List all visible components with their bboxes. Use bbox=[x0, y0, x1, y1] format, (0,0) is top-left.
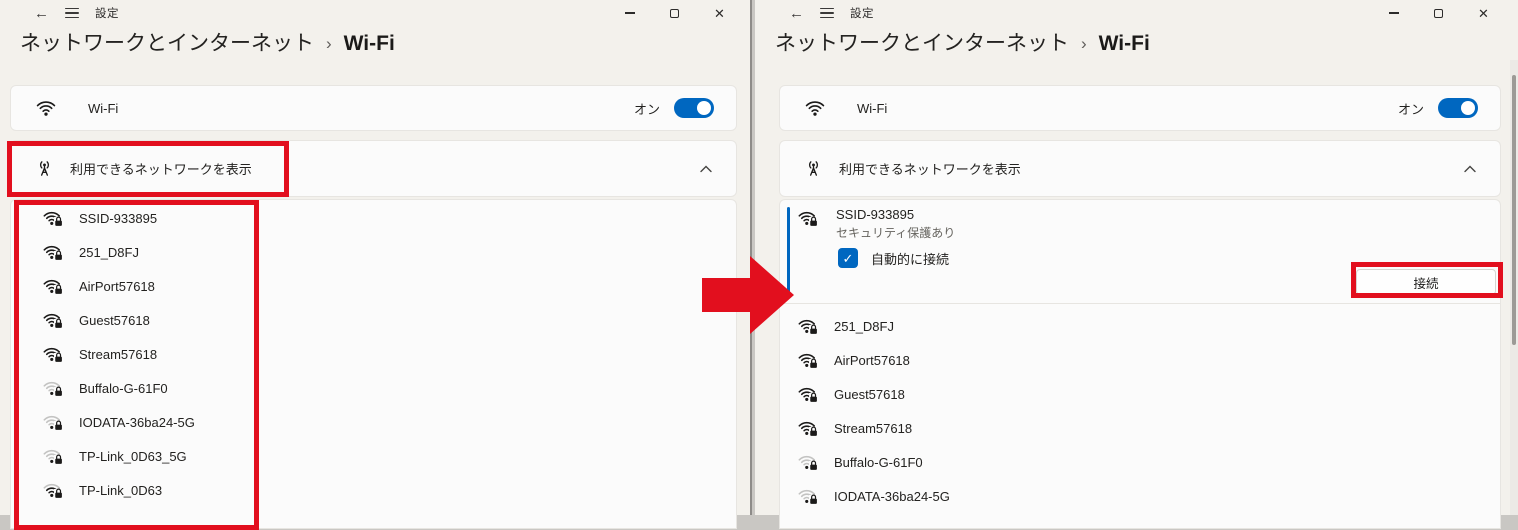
secured-wifi-icon bbox=[798, 453, 819, 471]
wifi-toggle[interactable] bbox=[1438, 98, 1478, 118]
wifi-network-row[interactable]: Guest57618 bbox=[780, 377, 1500, 411]
secured-wifi-icon bbox=[798, 385, 819, 403]
page-title: Wi-Fi bbox=[1098, 32, 1150, 55]
wifi-icon bbox=[35, 99, 57, 118]
annotation-box-expander bbox=[7, 141, 289, 197]
selection-accent-bar bbox=[787, 207, 790, 297]
wifi-network-row[interactable]: AirPort57618 bbox=[780, 343, 1500, 377]
annotation-box-network-list bbox=[14, 200, 259, 530]
settings-window-after: ← 設定 ✕ ネットワークとインターネット › Wi-Fi Wi-Fi オン 利… bbox=[755, 0, 1518, 529]
wifi-network-name: Guest57618 bbox=[834, 386, 905, 402]
wifi-network-name: Stream57618 bbox=[834, 420, 913, 436]
chevron-up-icon bbox=[1464, 165, 1476, 173]
wifi-icon bbox=[804, 99, 826, 118]
secured-wifi-icon bbox=[798, 487, 819, 505]
wifi-toggle-card: Wi-Fi オン bbox=[10, 85, 737, 131]
wifi-toggle[interactable] bbox=[674, 98, 714, 118]
wifi-toggle-card: Wi-Fi オン bbox=[779, 85, 1501, 131]
secured-wifi-icon bbox=[798, 351, 819, 369]
app-title: 設定 bbox=[850, 8, 874, 20]
wifi-network-name: Buffalo-G-61F0 bbox=[834, 454, 923, 470]
auto-connect-checkbox[interactable] bbox=[838, 248, 858, 268]
menu-icon[interactable] bbox=[65, 7, 79, 19]
menu-icon[interactable] bbox=[820, 7, 834, 19]
maximize-button[interactable] bbox=[1416, 0, 1461, 26]
selected-network-name: SSID-933895 bbox=[836, 207, 915, 222]
maximize-button[interactable] bbox=[652, 0, 697, 26]
minimize-button[interactable] bbox=[607, 0, 652, 26]
wifi-network-name: AirPort57618 bbox=[834, 352, 910, 368]
network-list: 251_D8FJ AirPort57618 Guest57618 Stream5… bbox=[780, 309, 1500, 513]
expander-label: 利用できるネットワークを表示 bbox=[839, 162, 1021, 177]
wifi-state-label: オン bbox=[1397, 101, 1424, 117]
wifi-label: Wi-Fi bbox=[88, 100, 119, 116]
titlebar: ← 設定 ✕ bbox=[0, 0, 750, 26]
close-button[interactable]: ✕ bbox=[697, 0, 742, 26]
screenshot-root: { "colors": { "accent": "#0067c0", "anno… bbox=[0, 0, 1518, 530]
security-status: セキュリティ保護あり bbox=[836, 226, 956, 240]
breadcrumb-separator: › bbox=[326, 34, 332, 53]
wifi-network-row[interactable]: Stream57618 bbox=[780, 411, 1500, 445]
breadcrumb: ネットワークとインターネット › Wi-Fi bbox=[775, 27, 1150, 57]
app-title: 設定 bbox=[95, 8, 119, 20]
antenna-icon bbox=[804, 159, 823, 178]
back-button[interactable]: ← bbox=[34, 6, 49, 21]
wifi-network-row[interactable]: 251_D8FJ bbox=[780, 309, 1500, 343]
annotation-box-connect-button bbox=[1351, 262, 1503, 298]
wifi-network-row[interactable]: IODATA-36ba24-5G bbox=[780, 479, 1500, 513]
breadcrumb-parent[interactable]: ネットワークとインターネット bbox=[775, 27, 1069, 57]
secured-wifi-icon bbox=[798, 317, 819, 335]
auto-connect-label: 自動的に接続 bbox=[871, 251, 950, 267]
scrollbar-thumb[interactable] bbox=[1512, 75, 1516, 345]
wifi-network-row[interactable]: Buffalo-G-61F0 bbox=[780, 445, 1500, 479]
minimize-button[interactable] bbox=[1371, 0, 1416, 26]
back-button[interactable]: ← bbox=[789, 6, 804, 21]
network-list-card: SSID-933895 セキュリティ保護あり 自動的に接続 接続 251_D8F… bbox=[779, 199, 1501, 529]
page-title: Wi-Fi bbox=[343, 32, 395, 55]
wifi-label: Wi-Fi bbox=[857, 100, 888, 116]
breadcrumb-parent[interactable]: ネットワークとインターネット bbox=[20, 27, 314, 57]
wifi-state-label: オン bbox=[633, 101, 660, 117]
close-button[interactable]: ✕ bbox=[1461, 0, 1506, 26]
wifi-network-name: IODATA-36ba24-5G bbox=[834, 488, 950, 504]
available-networks-expander[interactable]: 利用できるネットワークを表示 bbox=[779, 140, 1501, 197]
breadcrumb-separator: › bbox=[1081, 34, 1087, 53]
chevron-up-icon bbox=[700, 165, 712, 173]
secured-wifi-icon bbox=[798, 419, 819, 437]
breadcrumb: ネットワークとインターネット › Wi-Fi bbox=[20, 27, 395, 57]
wifi-network-name: 251_D8FJ bbox=[834, 318, 894, 334]
secured-wifi-icon bbox=[798, 209, 819, 227]
titlebar: ← 設定 ✕ bbox=[755, 0, 1518, 26]
